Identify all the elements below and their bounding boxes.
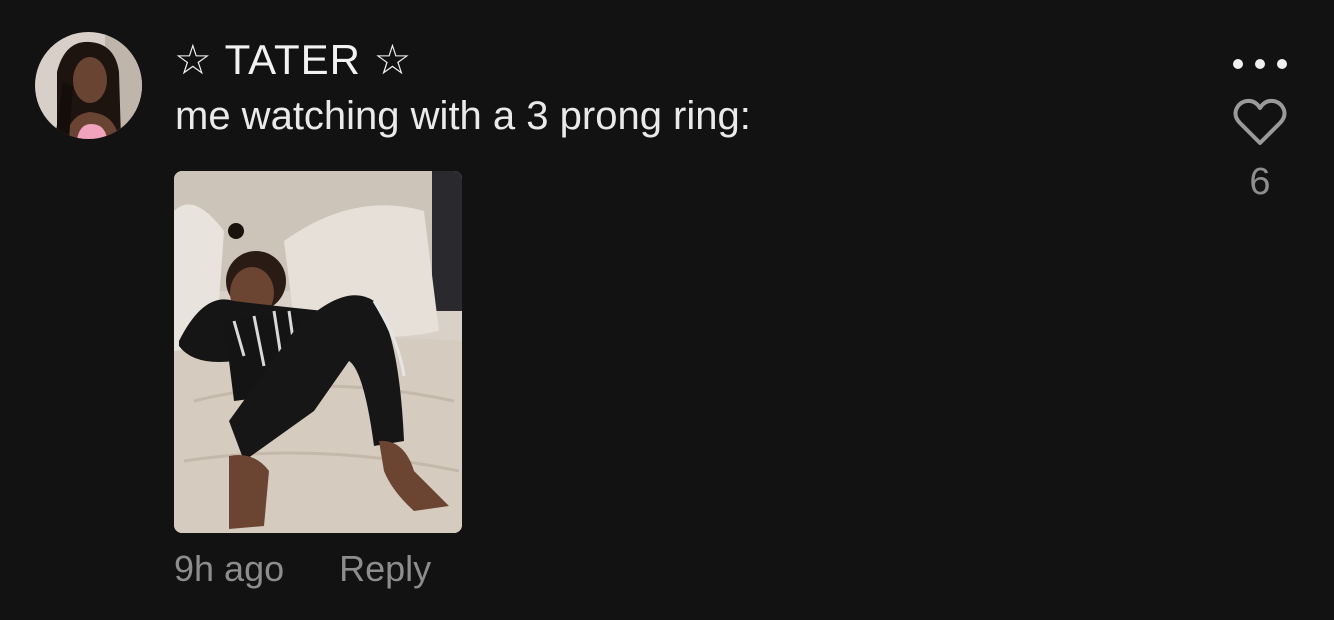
heart-outline-icon <box>1233 98 1287 145</box>
more-options-icon[interactable] <box>1228 50 1292 78</box>
avatar[interactable] <box>35 32 142 139</box>
like-count: 6 <box>1249 161 1271 203</box>
comment-text: me watching with a 3 prong ring: <box>175 94 751 138</box>
dot <box>1233 59 1243 69</box>
comment-meta: 9h ago Reply <box>174 545 431 593</box>
comment-item: ☆ TATER ☆ me watching with a 3 prong rin… <box>0 0 1334 620</box>
timestamp: 9h ago <box>174 548 285 589</box>
like-button[interactable] <box>1233 98 1287 148</box>
dot <box>1277 59 1287 69</box>
dot <box>1255 59 1265 69</box>
username[interactable]: ☆ TATER ☆ <box>174 36 412 84</box>
comment-photo[interactable] <box>174 171 462 533</box>
reply-button[interactable]: Reply <box>339 548 431 590</box>
